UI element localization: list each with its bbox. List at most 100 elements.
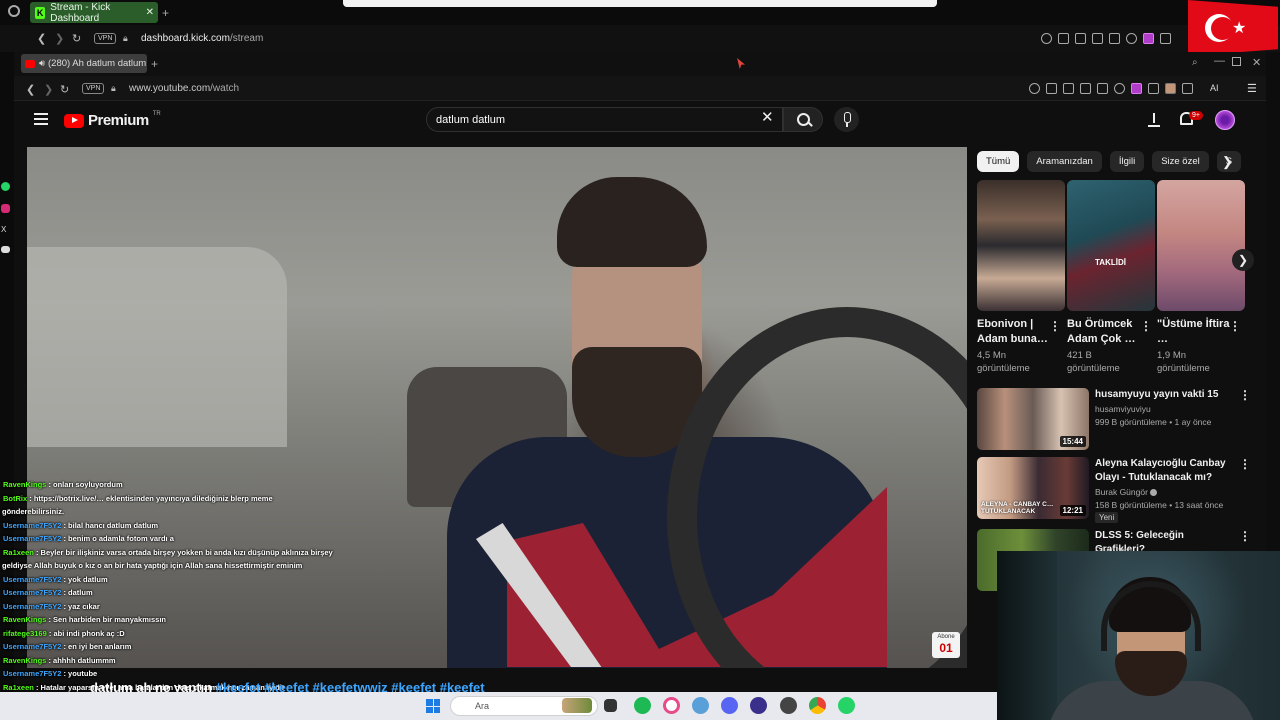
chip-all[interactable]: Tümü	[977, 151, 1020, 172]
chat-username[interactable]: Ra1xeen	[3, 683, 34, 692]
inner-ext-snap-icon[interactable]	[1063, 83, 1074, 94]
chat-username[interactable]: RavenKings	[3, 615, 46, 624]
outer-tab-kick-dashboard[interactable]: K Stream - Kick Dashboard ✕	[30, 2, 158, 24]
outer-ext-kick-icon[interactable]	[1143, 33, 1154, 44]
short-thumbnail-1[interactable]	[977, 180, 1065, 311]
outer-forward-icon[interactable]: ❯	[55, 32, 64, 45]
outer-ext-emoji-icon[interactable]	[1041, 33, 1052, 44]
video-1-title[interactable]: husamyuyu yayın vakti 15	[1095, 388, 1233, 402]
chip-related[interactable]: İlgili	[1109, 151, 1145, 172]
opera-logo-icon[interactable]	[8, 5, 20, 17]
inner-ext-kick-icon[interactable]	[1131, 83, 1142, 94]
short-1-title[interactable]: Ebonivon | Adam buna…	[977, 317, 1052, 347]
inner-download-icon[interactable]	[1182, 83, 1193, 94]
taskbar-app-icon[interactable]	[692, 697, 709, 714]
taskbar-whatsapp-icon[interactable]	[838, 697, 855, 714]
outer-new-tab-button[interactable]: +	[162, 6, 169, 20]
outer-ext-puzzle-icon[interactable]	[1160, 33, 1171, 44]
inner-ext-puzzle-icon[interactable]	[1148, 83, 1159, 94]
subscribe-watermark[interactable]: Abone 01	[932, 632, 960, 658]
outer-ext-heart-icon[interactable]	[1126, 33, 1137, 44]
chip-from-search[interactable]: Aramanızdan	[1027, 151, 1102, 172]
taskbar-app2-icon[interactable]	[750, 697, 767, 714]
inner-ext-heart-icon[interactable]	[1114, 83, 1125, 94]
hamburger-menu-icon[interactable]	[34, 113, 48, 125]
windows-start-icon[interactable]	[426, 699, 440, 713]
chat-username[interactable]: Username7F5Y2	[3, 642, 61, 651]
chat-username[interactable]: Username7F5Y2	[3, 521, 61, 530]
video-2-menu-icon[interactable]: ⋮	[1239, 458, 1251, 470]
short-1-menu-icon[interactable]: ⋮	[1049, 320, 1061, 332]
inner-ext-emoji-icon[interactable]	[1029, 83, 1040, 94]
inner-search-icon[interactable]: ⌕	[1192, 57, 1198, 68]
related-video-1[interactable]: 15:44 husamyuyu yayın vakti 15 husamviyu…	[977, 388, 1251, 450]
outer-reload-icon[interactable]: ↻	[72, 32, 81, 45]
inner-ext-shield-icon[interactable]	[1080, 83, 1091, 94]
outer-ext-shield-icon[interactable]	[1092, 33, 1103, 44]
chat-username[interactable]: rifatege3169	[3, 629, 47, 638]
outer-url-field[interactable]: dashboard.kick.com/stream	[141, 33, 263, 44]
related-video-2[interactable]: ALEYNA - CANBAY C… TUTUKLANACAK 12:21 Al…	[977, 457, 1251, 523]
chat-username[interactable]: Username7F5Y2	[3, 575, 61, 584]
inner-maximize-icon[interactable]	[1232, 57, 1241, 66]
chat-username[interactable]: RavenKings	[3, 480, 46, 489]
inner-reload-icon[interactable]: ↻	[60, 83, 69, 96]
chat-username[interactable]: RavenKings	[3, 656, 46, 665]
outer-ext-snap-icon[interactable]	[1075, 33, 1086, 44]
outer-tab-close-icon[interactable]: ✕	[146, 7, 154, 18]
search-input[interactable]: datlum datlum	[426, 107, 783, 132]
shorts-next-chevron-icon[interactable]: ❯	[1232, 249, 1254, 271]
inner-back-icon[interactable]: ❮	[26, 83, 35, 96]
inner-url-field[interactable]: www.youtube.com/watch	[129, 83, 239, 94]
outer-ext-play-icon[interactable]	[1109, 33, 1120, 44]
chat-username[interactable]: Username7F5Y2	[3, 588, 61, 597]
outer-lock-icon[interactable]: 🔒︎	[123, 33, 128, 44]
short-thumbnail-2[interactable]: TAKLİDİ	[1067, 180, 1155, 311]
upload-icon[interactable]	[1148, 111, 1160, 127]
search-button[interactable]	[783, 107, 823, 132]
inner-new-tab-button[interactable]: +	[151, 57, 158, 71]
chat-username[interactable]: BotRix	[3, 494, 27, 503]
sidebar-x-icon[interactable]: X	[1, 225, 6, 234]
chat-username[interactable]: Username7F5Y2	[3, 534, 61, 543]
video-1-menu-icon[interactable]: ⋮	[1239, 389, 1251, 401]
account-avatar[interactable]	[1215, 110, 1235, 130]
chips-next-chevron-icon[interactable]: ❯	[1222, 154, 1233, 170]
chat-username[interactable]: Username7F5Y2	[3, 669, 61, 678]
speaker-icon[interactable]: 🔊︎	[39, 58, 45, 69]
inner-vpn-badge[interactable]: VPN	[82, 83, 105, 94]
outer-vpn-badge[interactable]: VPN	[94, 33, 117, 44]
video-1-thumbnail[interactable]: 15:44	[977, 388, 1089, 450]
voice-search-mic-icon[interactable]	[834, 107, 859, 132]
short-3-menu-icon[interactable]: ⋮	[1229, 320, 1241, 332]
inner-profile-avatar[interactable]	[1165, 83, 1176, 94]
search-clear-icon[interactable]: ✕	[761, 110, 774, 126]
chip-for-you[interactable]: Size özel	[1152, 151, 1209, 172]
short-thumbnail-3[interactable]	[1157, 180, 1245, 311]
video-2-thumbnail[interactable]: ALEYNA - CANBAY C… TUTUKLANACAK 12:21	[977, 457, 1089, 519]
inner-lock-icon[interactable]: 🔒︎	[111, 83, 116, 94]
inner-ai-button[interactable]: AI	[1210, 83, 1219, 93]
inner-minimize-icon[interactable]: —	[1214, 55, 1225, 67]
outer-back-icon[interactable]: ❮	[37, 32, 46, 45]
video-1-channel[interactable]: husamviyuviyu	[1095, 404, 1151, 414]
inner-ext-pin-icon[interactable]	[1046, 83, 1057, 94]
video-3-menu-icon[interactable]: ⋮	[1239, 530, 1251, 542]
short-2-menu-icon[interactable]: ⋮	[1140, 320, 1152, 332]
taskbar-discord-icon[interactable]	[721, 697, 738, 714]
inner-forward-icon[interactable]: ❯	[44, 83, 53, 96]
short-2-title[interactable]: Bu Örümcek Adam Çok …	[1067, 317, 1142, 347]
video-2-title[interactable]: Aleyna Kalaycıoğlu Canbay Olayı - Tutukl…	[1095, 457, 1233, 485]
inner-tab-youtube[interactable]: 🔊︎ (280) Ah datlum datlum	[21, 54, 147, 73]
inner-menu-icon[interactable]: ☰	[1247, 82, 1257, 95]
sidebar-whatsapp-icon[interactable]	[1, 182, 10, 191]
youtube-premium-logo[interactable]: Premium TR	[64, 111, 161, 129]
sidebar-discord-icon[interactable]	[1, 246, 10, 253]
chat-username[interactable]: Username7F5Y2	[3, 602, 61, 611]
taskbar-taskview-icon[interactable]	[604, 699, 617, 712]
chat-username[interactable]: Ra1xeen	[3, 548, 34, 557]
taskbar-chrome-icon[interactable]	[809, 697, 826, 714]
taskbar-opera-icon[interactable]	[663, 697, 680, 714]
inner-close-icon[interactable]: ✕	[1252, 56, 1261, 69]
outer-ext-pin-icon[interactable]	[1058, 33, 1069, 44]
